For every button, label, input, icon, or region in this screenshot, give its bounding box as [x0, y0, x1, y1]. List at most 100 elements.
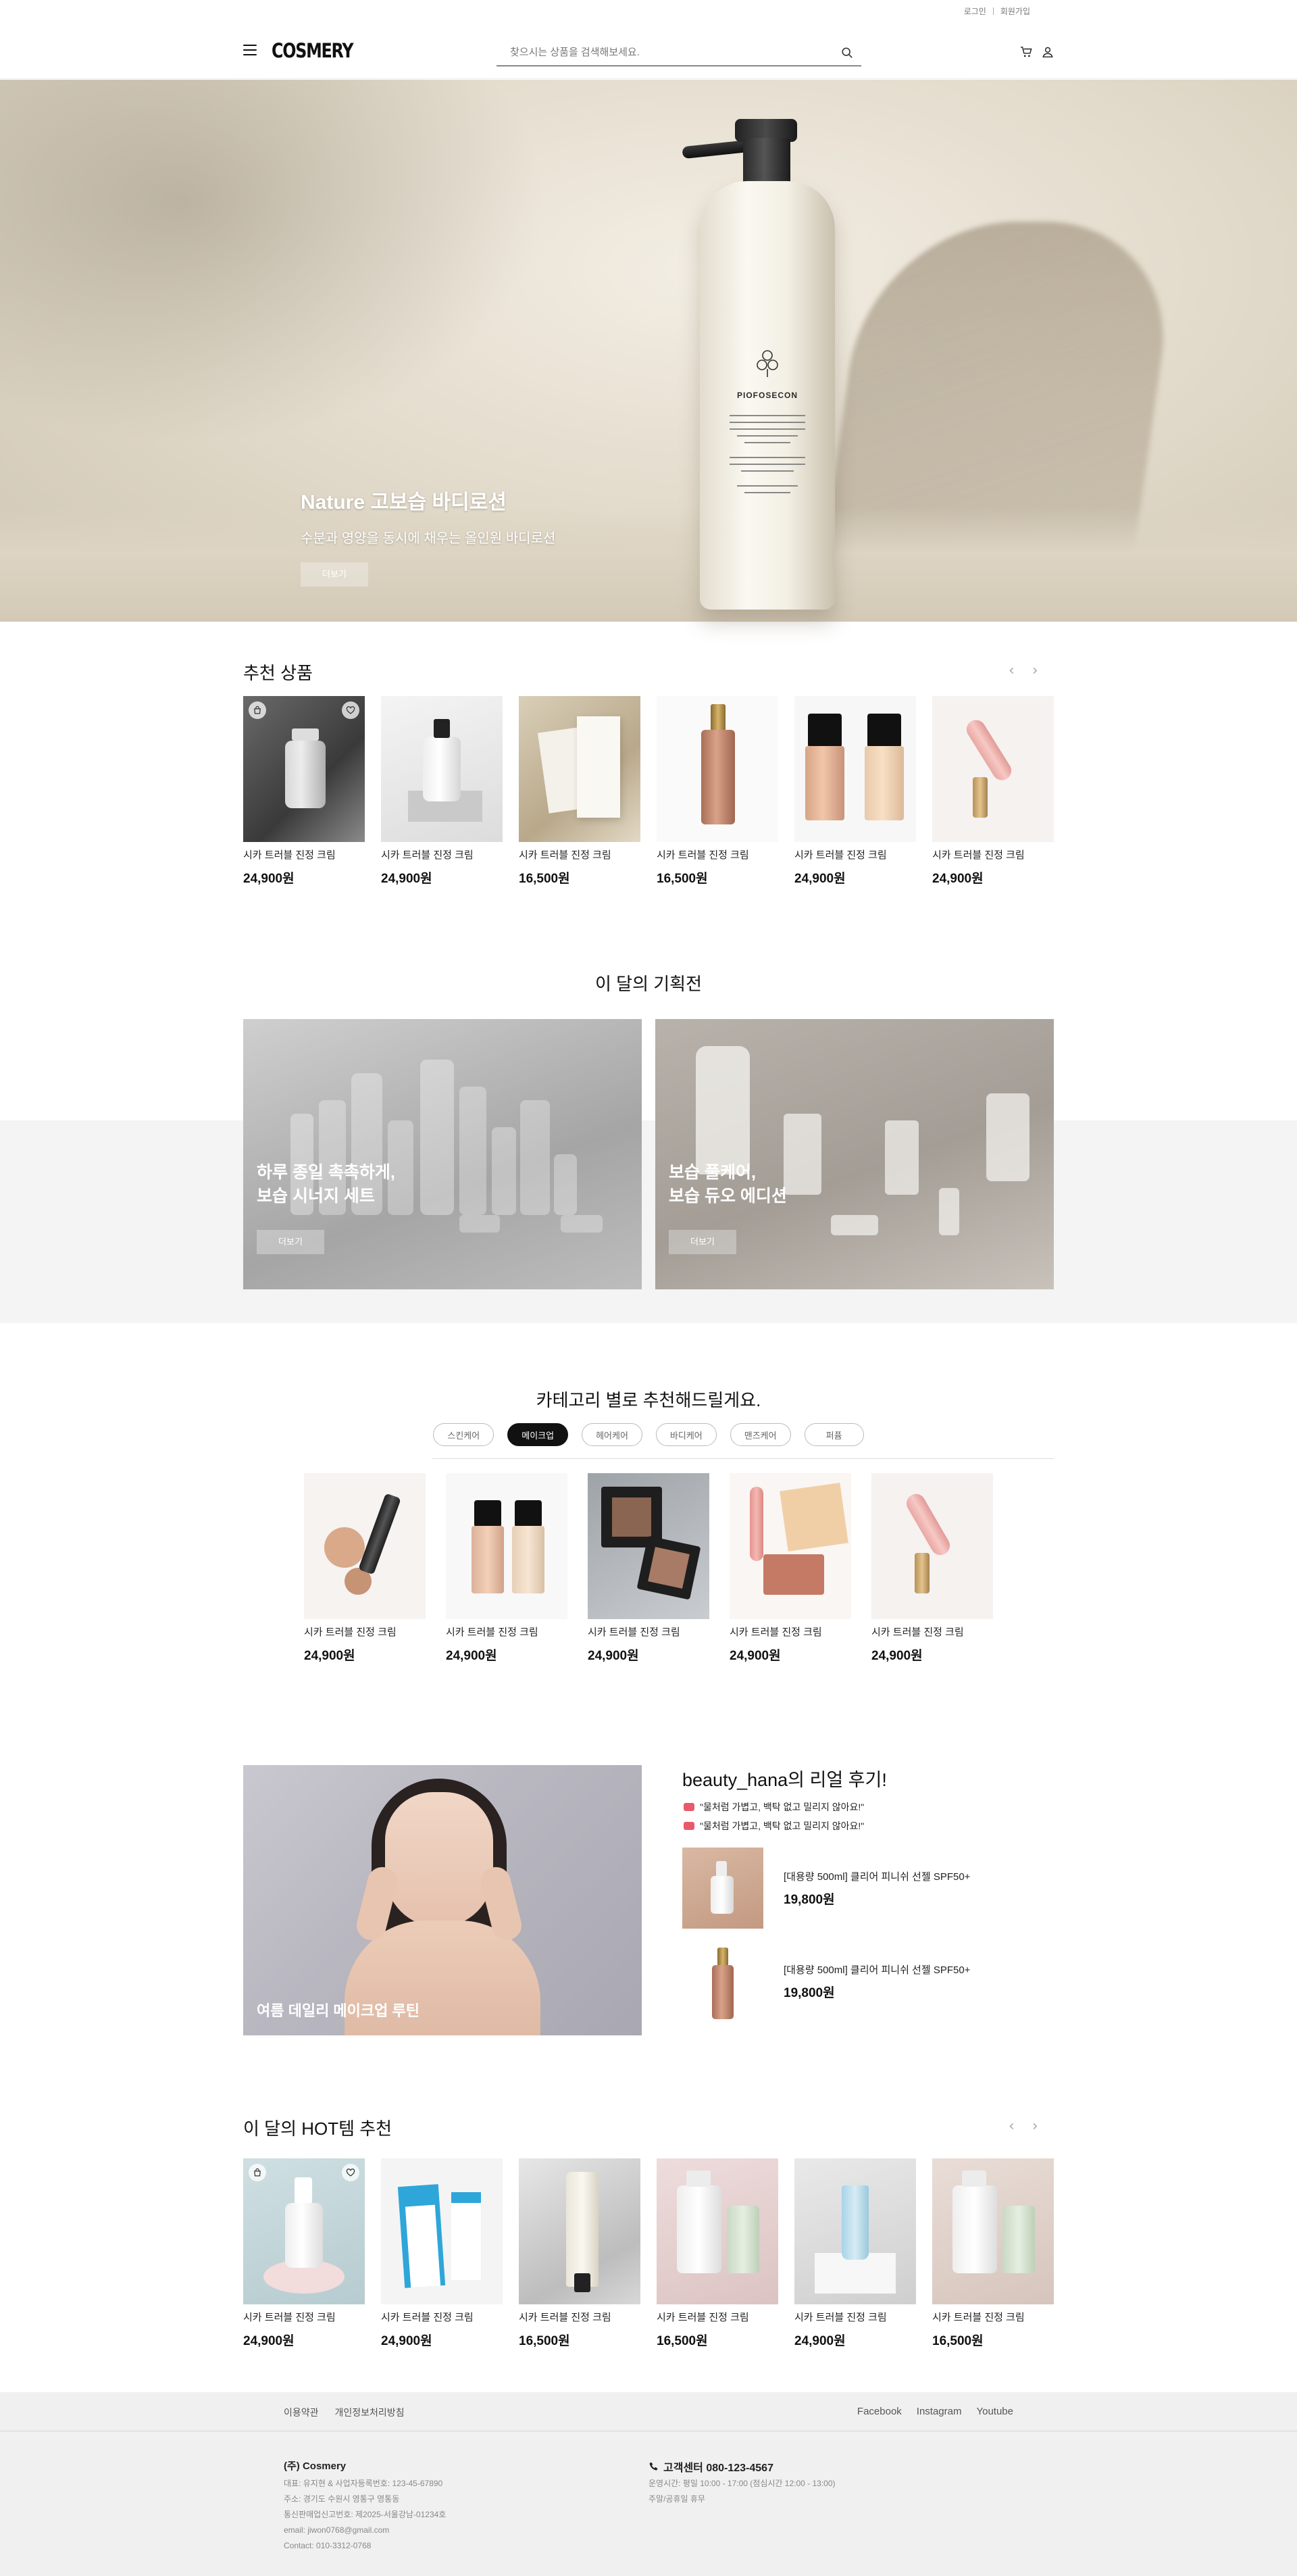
- search-input[interactable]: [497, 39, 821, 65]
- hero-more-button[interactable]: 더보기: [301, 562, 368, 587]
- company-info-line: 주소: 경기도 수원시 영통구 영통동: [284, 2494, 400, 2504]
- header-icons: [1020, 46, 1054, 58]
- product-card[interactable]: 시카 트러블 진정 크림 24,900원: [871, 1473, 993, 1664]
- product-name: 시카 트러블 진정 크림: [519, 2312, 611, 2323]
- product-card[interactable]: 시카 트러블 진정 크림 16,500원: [932, 2158, 1054, 2349]
- product-image: [446, 1473, 567, 1619]
- review-quote-text: "물처럼 가볍고, 백탁 없고 밀리지 않아요!": [700, 1802, 865, 1812]
- product-card[interactable]: 시카 트러블 진정 크림 24,900원: [730, 1473, 851, 1664]
- product-price: 24,900원: [932, 872, 984, 886]
- product-image: [519, 696, 640, 842]
- product-image: [657, 696, 778, 842]
- product-card[interactable]: 시카 트러블 진정 크림 24,900원: [381, 696, 503, 887]
- heart-icon[interactable]: [342, 701, 359, 719]
- divider: [432, 1458, 1054, 1459]
- product-image: [243, 696, 365, 842]
- cart-icon[interactable]: [1020, 46, 1032, 58]
- signup-link[interactable]: 회원가입: [1000, 5, 1030, 17]
- product-card[interactable]: 시카 트러블 진정 크림 16,500원: [657, 2158, 778, 2349]
- product-image: [932, 2158, 1054, 2304]
- review-title: beauty_hana의 리얼 후기!: [682, 1770, 887, 1790]
- promo-text: 보습 풀케어, 보습 듀오 에디션: [669, 1161, 787, 1208]
- promo-text: 하루 종일 촉촉하게, 보습 시너지 세트: [257, 1161, 395, 1208]
- product-card[interactable]: 시카 트러블 진정 크림 16,500원: [657, 696, 778, 887]
- logo[interactable]: COSMERY: [272, 39, 354, 62]
- product-image: [588, 1473, 709, 1619]
- product-card[interactable]: 시카 트러블 진정 크림 24,900원: [304, 1473, 426, 1664]
- review-product[interactable]: [대용량 500ml] 클리어 피니쉬 선젤 SPF50+ 19,800원: [682, 1941, 1061, 2022]
- product-name: 시카 트러블 진정 크림: [657, 2312, 749, 2323]
- tab-makeup[interactable]: 메이크업: [507, 1423, 569, 1446]
- speech-bubble-icon: [684, 1822, 694, 1830]
- category-title: 카테고리 별로 추천해드릴게요.: [536, 1390, 761, 1410]
- product-name: 시카 트러블 진정 크림: [730, 1627, 822, 1638]
- review-image[interactable]: [243, 1765, 642, 2035]
- tab-skincare[interactable]: 스킨케어: [433, 1423, 494, 1446]
- product-name: 시카 트러블 진정 크림: [794, 2312, 887, 2323]
- product-name: 시카 트러블 진정 크림: [657, 849, 749, 861]
- product-card[interactable]: 시카 트러블 진정 크림 24,900원: [243, 2158, 365, 2349]
- product-price: 16,500원: [657, 2334, 708, 2348]
- promo-more-button[interactable]: 더보기: [257, 1230, 324, 1254]
- heart-icon[interactable]: [342, 2164, 359, 2181]
- next-arrow-icon[interactable]: ›: [1032, 2118, 1038, 2135]
- product-price: 16,500원: [657, 872, 708, 886]
- review-product[interactable]: [대용량 500ml] 클리어 피니쉬 선젤 SPF50+ 19,800원: [682, 1848, 1061, 1929]
- product-name: 시카 트러블 진정 크림: [588, 1627, 680, 1638]
- product-card[interactable]: 시카 트러블 진정 크림 16,500원: [519, 696, 640, 887]
- product-card[interactable]: 시카 트러블 진정 크림 24,900원: [243, 696, 365, 887]
- product-card[interactable]: 시카 트러블 진정 크림 24,900원: [932, 696, 1054, 887]
- hero-floor: [0, 507, 1297, 622]
- leaf-shadow: [0, 80, 608, 485]
- product-name: 시카 트러블 진정 크림: [519, 849, 611, 861]
- divider: [992, 7, 994, 15]
- product-card[interactable]: 시카 트러블 진정 크림 24,900원: [794, 2158, 916, 2349]
- product-card[interactable]: 시카 트러블 진정 크림 24,900원: [588, 1473, 709, 1664]
- product-name: 시카 트러블 진정 크림: [381, 2312, 474, 2323]
- product-price: 16,500원: [932, 2334, 984, 2348]
- user-icon[interactable]: [1042, 46, 1054, 58]
- tab-perfume[interactable]: 퍼퓸: [804, 1423, 864, 1446]
- monthly-title: 이 달의 기획전: [595, 974, 702, 994]
- youtube-link[interactable]: Youtube: [976, 2406, 1013, 2417]
- prev-arrow-icon[interactable]: ‹: [1009, 2118, 1015, 2135]
- promo-card[interactable]: 하루 종일 촉촉하게, 보습 시너지 세트 더보기: [243, 1019, 642, 1289]
- product-price: 24,900원: [381, 2334, 432, 2348]
- product-image: [730, 1473, 851, 1619]
- terms-link[interactable]: 이용약관: [284, 2406, 319, 2419]
- company-info-line: Contact: 010-3312-0768: [284, 2541, 372, 2550]
- footer-policy-links: 이용약관 개인정보처리방침: [284, 2406, 405, 2419]
- menu-icon[interactable]: [243, 45, 257, 55]
- product-price: 24,900원: [381, 872, 432, 886]
- product-image: [243, 2158, 365, 2304]
- facebook-link[interactable]: Facebook: [857, 2406, 902, 2417]
- cart-badge-icon[interactable]: [249, 701, 266, 719]
- hero-banner[interactable]: [0, 80, 1297, 622]
- privacy-link[interactable]: 개인정보처리방침: [335, 2406, 405, 2419]
- login-link[interactable]: 로그인: [964, 5, 986, 17]
- promo-background-band: [0, 1120, 1297, 1323]
- company-info-line: 대표: 유지현 & 사업자등록번호: 123-45-67890: [284, 2479, 443, 2488]
- product-card[interactable]: 시카 트러블 진정 크림 24,900원: [381, 2158, 503, 2349]
- category-tabs: 스킨케어 메이크업 헤어케어 바디케어 맨즈케어 퍼퓸: [0, 1423, 1297, 1446]
- next-arrow-icon[interactable]: ›: [1032, 662, 1038, 679]
- cart-badge-icon[interactable]: [249, 2164, 266, 2181]
- product-image: [932, 696, 1054, 842]
- product-card[interactable]: 시카 트러블 진정 크림 24,900원: [794, 696, 916, 887]
- prev-arrow-icon[interactable]: ‹: [1009, 662, 1015, 679]
- product-name: 시카 트러블 진정 크림: [381, 849, 474, 861]
- product-name: 시카 트러블 진정 크림: [932, 849, 1025, 861]
- product-name: 시카 트러블 진정 크림: [932, 2312, 1025, 2323]
- tab-bodycare[interactable]: 바디케어: [655, 1423, 717, 1446]
- promo-more-button[interactable]: 더보기: [669, 1230, 736, 1254]
- product-image: [519, 2158, 640, 2304]
- tab-haircare[interactable]: 헤어케어: [582, 1423, 642, 1446]
- search-icon[interactable]: [841, 47, 853, 59]
- product-price: 24,900원: [730, 1649, 781, 1663]
- tab-menscare[interactable]: 맨즈케어: [730, 1423, 791, 1446]
- product-card[interactable]: 시카 트러블 진정 크림 16,500원: [519, 2158, 640, 2349]
- promo-card[interactable]: 보습 풀케어, 보습 듀오 에디션 더보기: [655, 1019, 1054, 1289]
- instagram-link[interactable]: Instagram: [917, 2406, 962, 2417]
- product-card[interactable]: 시카 트러블 진정 크림 24,900원: [446, 1473, 567, 1664]
- product-image: [657, 2158, 778, 2304]
